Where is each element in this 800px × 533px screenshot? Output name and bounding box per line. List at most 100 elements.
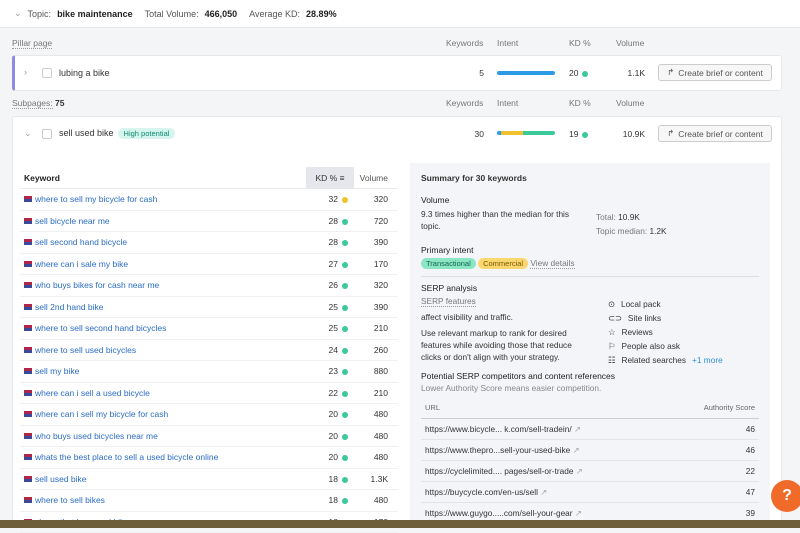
subpage-name[interactable]: sell used bikeHigh potential [59,128,175,139]
subpage-checkbox[interactable] [42,129,52,139]
keyword-kd: 20 [306,431,354,441]
feature-people-also-ask: ⚐People also ask [608,339,723,353]
star-icon: ☆ [608,325,615,339]
external-link-icon[interactable]: ↗ [573,445,580,455]
competitor-url[interactable]: https://www.bicycle... k.com/sell-tradei… [425,424,581,434]
subpage-intent-bar [497,131,555,135]
keyword-kd: 18 [306,495,354,505]
keyword-link[interactable]: whats the best place to sell a used bicy… [35,452,218,462]
competitor-url[interactable]: https://www.thepro...sell-your-used-bike… [425,445,580,455]
competitor-row: https://www.thepro...sell-your-used-bike… [421,440,759,461]
serp-advice: Use relevant markup to rank for desired … [421,327,589,363]
bottom-bar [0,520,800,528]
keyword-link[interactable]: who buys used bicycles near me [35,431,158,441]
external-link-icon[interactable]: ↗ [576,466,583,476]
average-kd-label: Average KD: [249,9,300,19]
us-flag-icon [24,196,32,202]
subpage-kd: 19 [569,129,588,139]
us-flag-icon [24,261,32,267]
keyword-link[interactable]: where can i sell a used bicycle [35,388,150,398]
keyword-header[interactable]: Keyword [20,173,306,183]
keyword-volume: 170 [354,259,398,269]
keyword-kd: 24 [306,345,354,355]
sort-icon: ≡ [340,173,345,183]
chevron-right-icon[interactable]: › [24,67,27,77]
us-flag-icon [24,347,32,353]
kd-dot [342,348,348,354]
chevron-down-icon[interactable]: ⌄ [14,8,22,19]
high-potential-badge: High potential [118,128,176,139]
pillar-name[interactable]: lubing a bike [59,68,110,78]
kd-header-sorted[interactable]: KD % ≡ [306,167,354,189]
kd-dot [342,498,348,504]
col-volume: Volume [616,38,644,48]
keyword-link[interactable]: where to sell second hand bicycles [35,323,166,333]
table-row: where to sell second hand bicycles25210 [20,318,398,340]
more-features-link[interactable]: +1 more [692,353,723,367]
table-row: who buys used bicycles near me20480 [20,426,398,448]
keyword-link[interactable]: where to sell my bicycle for cash [35,194,157,204]
topic-header[interactable]: ⌄ Topic:bike maintenance Total Volume:46… [0,0,800,28]
us-flag-icon [24,218,32,224]
feature-site-links: ⊂⊃Site links [608,311,723,325]
keyword-link[interactable]: sell used bike [35,474,87,484]
external-link-icon[interactable]: ↗ [575,508,582,518]
help-button[interactable]: ? [771,480,800,512]
total-volume: 466,050 [205,9,238,19]
table-row: who buys bikes for cash near me26320 [20,275,398,297]
external-link-icon[interactable]: ↗ [540,487,547,497]
keyword-volume: 1.3K [354,474,398,484]
keyword-link[interactable]: where to sell used bicycles [35,345,136,355]
pillar-create-brief-button[interactable]: ↱Create brief or content [658,64,772,81]
authority-score: 46 [746,445,755,455]
keyword-volume: 480 [354,452,398,462]
url-header: URL [425,403,440,412]
us-flag-icon [24,390,32,396]
serp-feature-list: ⊙Local pack ⊂⊃Site links ☆Reviews ⚐Peopl… [608,297,723,367]
pillar-checkbox[interactable] [42,68,52,78]
pillar-keywords: 5 [460,68,484,78]
feature-local-pack: ⊙Local pack [608,297,723,311]
us-flag-icon [24,411,32,417]
pillar-volume: 1.1K [610,68,645,78]
competitor-url[interactable]: https://buycycle.com/en-us/sell ↗ [425,487,547,497]
kd-dot [342,477,348,483]
keyword-link[interactable]: who buys bikes for cash near me [35,280,159,290]
subpage-create-brief-button[interactable]: ↱Create brief or content [658,125,772,142]
pillar-kd: 20 [569,68,588,78]
keyword-kd: 20 [306,452,354,462]
keyword-link[interactable]: where to sell bikes [35,495,105,505]
keyword-volume: 210 [354,323,398,333]
keyword-kd: 27 [306,259,354,269]
competitors-heading: Potential SERP competitors and content r… [421,371,759,381]
transactional-tag: Transactional [421,258,476,269]
external-link-icon[interactable]: ↗ [574,424,581,434]
table-row: whats the best place to sell a used bicy… [20,447,398,469]
keyword-link[interactable]: sell second hand bicycle [35,237,127,247]
list-icon: ☷ [608,353,615,367]
table-row: where can i sell my bicycle for cash2048… [20,404,398,426]
col-kd: KD % [569,38,591,48]
volume-header[interactable]: Volume [354,173,398,183]
keyword-link[interactable]: where can i sell my bicycle for cash [35,409,168,419]
keyword-link[interactable]: sell bicycle near me [35,216,110,226]
chevron-down-icon[interactable]: ⌄ [24,128,32,139]
competitor-url[interactable]: https://cyclelimited.... pages/sell-or-t… [425,466,583,476]
competitor-url[interactable]: https://www.guygo.....com/sell-your-gear… [425,508,582,518]
share-arrow-icon: ↱ [667,67,674,78]
keyword-link[interactable]: where can i sale my bike [35,259,128,269]
serp-features-link[interactable]: SERP features [421,296,476,307]
keyword-link[interactable]: sell my bike [35,366,79,376]
pillar-intent-bar [497,71,555,75]
us-flag-icon [24,325,32,331]
col-intent: Intent [497,38,518,48]
link-icon: ⊂⊃ [608,311,622,325]
keyword-link[interactable]: sell 2nd hand bike [35,302,104,312]
view-details-link[interactable]: View details [530,258,574,269]
authority-header: Authority Score [704,403,755,412]
kd-dot [342,455,348,461]
subpages-label: Subpages: 75 [12,98,65,108]
kd-dot [342,412,348,418]
table-row: sell bicycle near me28720 [20,211,398,233]
commercial-tag: Commercial [478,258,528,269]
